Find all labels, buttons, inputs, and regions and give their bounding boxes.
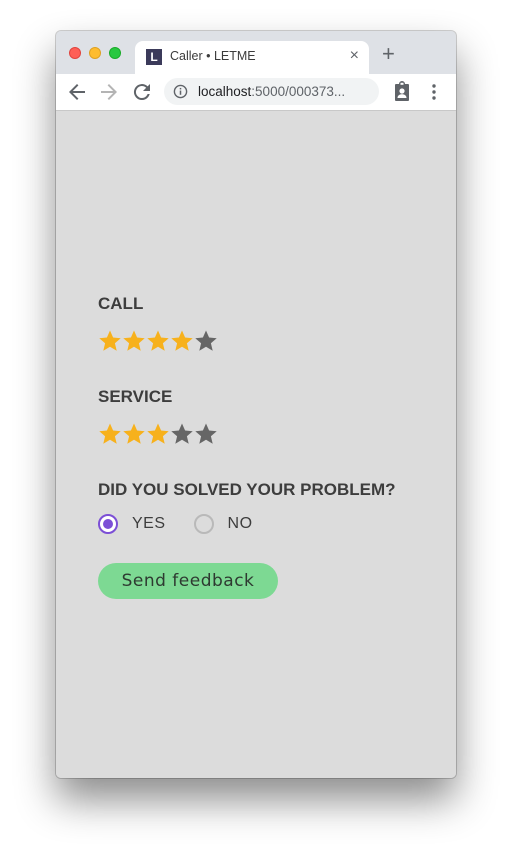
tab-strip: L Caller • LETME × +: [56, 31, 456, 74]
favicon-icon: L: [146, 49, 162, 65]
back-icon[interactable]: [65, 80, 89, 104]
star-filled-icon[interactable]: [146, 329, 170, 353]
yes-radio[interactable]: [98, 514, 118, 534]
url-text: localhost:5000/000373...: [198, 84, 345, 99]
star-filled-icon[interactable]: [98, 422, 122, 446]
address-bar[interactable]: localhost:5000/000373...: [164, 78, 379, 105]
star-empty-icon[interactable]: [194, 422, 218, 446]
tab-title: Caller • LETME: [170, 49, 256, 63]
star-filled-icon[interactable]: [98, 329, 122, 353]
star-filled-icon[interactable]: [146, 422, 170, 446]
page-content: CALL SERVICE DID YOU SOLVED YOUR PROBLEM…: [56, 111, 456, 778]
problem-label: DID YOU SOLVED YOUR PROBLEM?: [98, 480, 396, 499]
service-rating: [98, 422, 218, 446]
minimize-window-button[interactable]: [89, 47, 101, 59]
star-filled-icon[interactable]: [122, 422, 146, 446]
close-window-button[interactable]: [69, 47, 81, 59]
call-rating: [98, 329, 218, 353]
browser-toolbar: localhost:5000/000373...: [56, 74, 456, 111]
call-label: CALL: [98, 294, 144, 313]
star-empty-icon[interactable]: [194, 329, 218, 353]
no-label[interactable]: NO: [228, 515, 253, 533]
star-filled-icon[interactable]: [122, 329, 146, 353]
send-feedback-button[interactable]: Send feedback: [98, 563, 278, 599]
tab-close-icon[interactable]: ×: [350, 47, 359, 65]
problem-options: YES NO: [98, 514, 253, 534]
no-radio[interactable]: [193, 514, 214, 534]
reload-icon[interactable]: [130, 80, 154, 104]
maximize-window-button[interactable]: [109, 47, 121, 59]
url-host: localhost: [198, 84, 252, 99]
star-filled-icon[interactable]: [170, 329, 194, 353]
browser-tab[interactable]: L Caller • LETME ×: [135, 41, 369, 74]
new-tab-button[interactable]: +: [382, 43, 395, 65]
url-path: :5000/000373...: [251, 84, 346, 99]
info-icon[interactable]: [173, 84, 188, 99]
service-label: SERVICE: [98, 387, 173, 406]
forward-icon[interactable]: [97, 80, 121, 104]
yes-label[interactable]: YES: [132, 515, 166, 533]
star-empty-icon[interactable]: [170, 422, 194, 446]
more-options-icon[interactable]: [422, 80, 446, 104]
browser-window: L Caller • LETME × + localhost:5000/0003…: [56, 31, 456, 778]
profile-clipboard-icon[interactable]: [390, 80, 414, 104]
